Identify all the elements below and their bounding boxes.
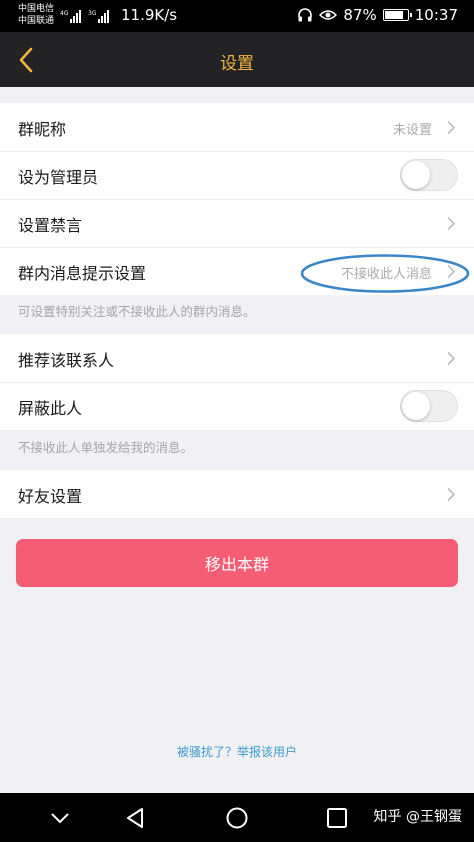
admin-toggle-knob	[402, 161, 430, 189]
carrier-1: 中国电信	[18, 4, 55, 14]
friend-section: 好友设置	[0, 470, 474, 518]
row-message-notify-value: 不接收此人消息	[340, 267, 432, 282]
block-toggle[interactable]	[400, 390, 458, 422]
report-user-link[interactable]: 被骚扰了？举报该用户	[0, 743, 474, 760]
row-message-notify-label: 群内消息提示设置	[18, 264, 147, 283]
nav-back-icon[interactable]	[122, 804, 150, 832]
system-nav-bar: 知乎 @王钢蛋	[0, 793, 474, 842]
nav-home-icon[interactable]	[223, 804, 251, 832]
battery-level	[384, 11, 404, 19]
svg-text:3G: 3G	[88, 10, 97, 17]
row-recommend-contact[interactable]: 推荐该联系人	[0, 334, 474, 382]
row-friend-settings-label: 好友设置	[18, 487, 83, 506]
group-settings-section: 群昵称 未设置 设为管理员 设置禁言 群内消息提示设置 不接收此人消息	[0, 103, 474, 295]
battery-icon	[382, 9, 412, 21]
hint-group-messages: 可设置特别关注或不接收此人的群内消息。	[18, 304, 256, 319]
carrier-2: 中国联通	[18, 16, 55, 26]
watermark: 知乎 @王钢蛋	[373, 809, 462, 825]
row-block-user-label: 屏蔽此人	[18, 399, 83, 418]
nav-header: 设置	[0, 32, 474, 87]
row-set-mute-label: 设置禁言	[18, 216, 83, 235]
nav-recent-apps-icon[interactable]	[323, 804, 351, 832]
chevron-right-icon	[447, 487, 456, 502]
page-title: 设置	[220, 54, 254, 74]
row-set-admin: 设为管理员	[0, 151, 474, 199]
row-group-nickname-value: 未设置	[392, 123, 432, 138]
signal-4g-icon: 4G	[60, 10, 81, 23]
status-right: 87% 10:37	[297, 6, 458, 24]
carrier-names: 中国电信 中国联通	[18, 3, 54, 27]
svg-text:4G: 4G	[60, 10, 69, 17]
battery-percent: 87%	[343, 6, 377, 24]
row-group-nickname-label: 群昵称	[18, 120, 67, 139]
headphone-icon	[298, 8, 313, 22]
chevron-down-icon[interactable]	[46, 804, 74, 832]
clock: 10:37	[414, 6, 458, 24]
status-bar: 中国电信 中国联通 4G 3G 11.9K/s 87% 10:37	[0, 0, 474, 32]
eye-icon	[319, 10, 338, 20]
chevron-right-icon	[447, 120, 456, 135]
block-toggle-knob	[402, 392, 430, 420]
row-message-notify[interactable]: 群内消息提示设置 不接收此人消息	[0, 247, 474, 295]
signal-3g-icon: 3G	[88, 10, 109, 23]
network-speed: 11.9K/s	[121, 6, 178, 24]
chevron-right-icon	[447, 351, 456, 366]
remove-from-group-button[interactable]: 移出本群	[16, 539, 458, 587]
contact-section: 推荐该联系人 屏蔽此人	[0, 334, 474, 430]
row-friend-settings[interactable]: 好友设置	[0, 470, 474, 518]
row-block-user: 屏蔽此人	[0, 382, 474, 430]
chevron-right-icon	[447, 264, 456, 279]
chevron-right-icon	[447, 216, 456, 231]
row-set-mute[interactable]: 设置禁言	[0, 199, 474, 247]
admin-toggle[interactable]	[400, 159, 458, 191]
hint-private-messages: 不接收此人单独发给我的消息。	[18, 440, 194, 455]
row-recommend-contact-label: 推荐该联系人	[18, 351, 115, 370]
row-group-nickname[interactable]: 群昵称 未设置	[0, 103, 474, 151]
row-set-admin-label: 设为管理员	[18, 168, 99, 187]
